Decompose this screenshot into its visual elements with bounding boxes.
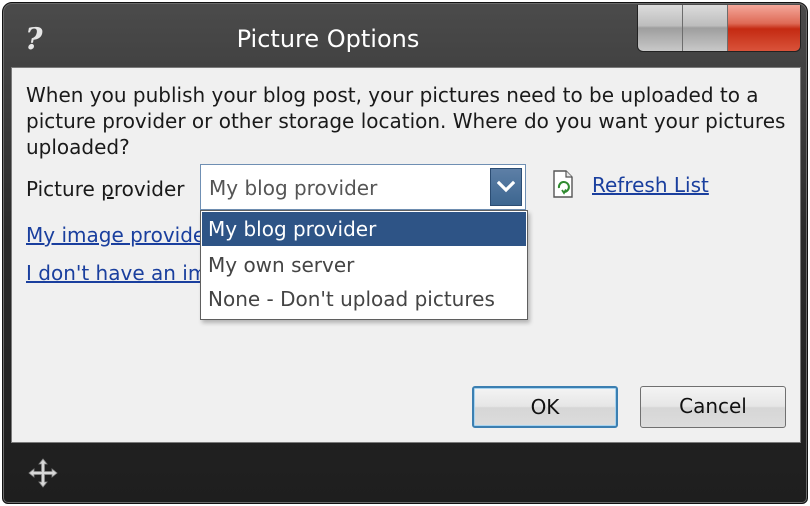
ok-button[interactable]: OK (472, 386, 618, 428)
status-bar (3, 445, 807, 503)
dropdown-option-my-blog-provider[interactable]: My blog provider (202, 212, 526, 246)
refresh-icon[interactable] (552, 170, 574, 198)
minimize-button[interactable] (638, 5, 683, 51)
provider-dropdown-list: My blog provider My own server None - Do… (200, 210, 528, 320)
picture-provider-label: Picture provider (26, 176, 184, 202)
cancel-button[interactable]: Cancel (640, 386, 786, 428)
combobox-value: My blog provider (209, 176, 378, 200)
title-bar[interactable]: ? Picture Options (3, 3, 807, 65)
picture-options-dialog: ? Picture Options When you publish your … (2, 2, 808, 504)
provider-label-accesskey: p (101, 177, 114, 201)
provider-label-pre: Picture (26, 177, 102, 201)
provider-label-post: rovider (113, 177, 185, 201)
dropdown-arrow-button[interactable] (490, 168, 522, 206)
dialog-content: When you publish your blog post, your pi… (11, 67, 801, 443)
caption-buttons (637, 5, 801, 52)
window-title: Picture Options (236, 25, 420, 53)
dropdown-option-my-own-server[interactable]: My own server (202, 248, 526, 282)
no-image-provider-link[interactable]: I don't have an image provider (26, 260, 202, 286)
intro-text: When you publish your blog post, your pi… (26, 83, 786, 159)
my-image-provider-link[interactable]: My image provider (26, 222, 202, 248)
close-button[interactable] (728, 5, 800, 51)
maximize-button[interactable] (683, 5, 728, 51)
refresh-list-link[interactable]: Refresh List (592, 172, 709, 198)
chevron-down-icon (497, 180, 515, 193)
picture-provider-combobox[interactable]: My blog provider (200, 164, 526, 210)
help-icon[interactable]: ? (25, 25, 49, 55)
move-icon[interactable] (27, 457, 59, 489)
dropdown-option-none[interactable]: None - Don't upload pictures (202, 282, 526, 316)
